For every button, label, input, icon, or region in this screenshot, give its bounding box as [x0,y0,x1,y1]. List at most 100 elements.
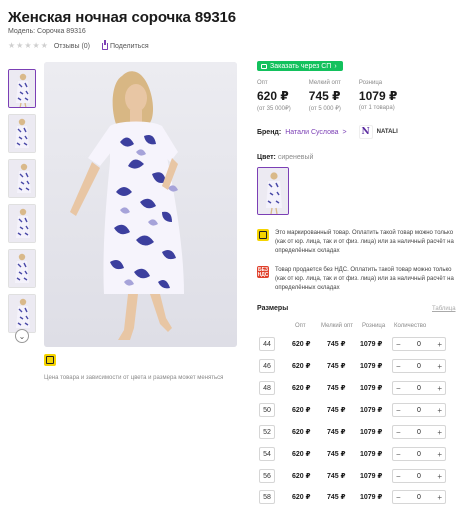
star-icon: ★ [24,41,32,50]
size-price-opt: 620 ₽ [292,385,311,392]
plus-button[interactable]: + [437,362,442,371]
size-label: 54 [259,447,275,461]
plus-button[interactable]: + [437,450,442,459]
size-row: 56 620 ₽ 745 ₽ 1079 ₽ − 0 + [257,469,461,485]
quantity-value[interactable]: 0 [417,429,421,436]
star-icon: ★ [40,41,48,50]
thumbnail[interactable] [8,204,36,243]
minus-button[interactable]: − [396,362,401,371]
plus-button[interactable]: + [437,428,442,437]
price-condition: (от 1 товара) [358,105,395,111]
order-button-label: Заказать через СП [270,62,332,70]
plus-button[interactable]: + [437,493,442,502]
star-icon: ★ [32,41,40,50]
plus-button[interactable]: + [437,406,442,415]
size-row: 54 620 ₽ 745 ₽ 1079 ₽ − 0 + [257,447,461,463]
plus-button[interactable]: + [437,384,442,393]
minus-button[interactable]: − [396,340,401,349]
size-price-opt: 620 ₽ [292,341,311,348]
brand-row: Бренд: Натали Суслова > N NATALI [257,125,398,139]
size-row: 46 620 ₽ 745 ₽ 1079 ₽ − 0 + [257,359,461,375]
order-via-sp-button[interactable]: Заказать через СП › [257,61,343,71]
marking-icon [257,229,269,241]
thumbnail[interactable] [8,159,36,198]
chevron-down-icon[interactable]: ⌄ [15,329,29,343]
reviews-link[interactable]: Отзывы (0) [54,43,90,50]
vat-notice: БЕЗ НДС Товар продается без НДС. Оплатит… [257,266,461,293]
rating-stars[interactable]: ★ ★ ★ ★ ★ [8,42,48,50]
quantity-stepper: − 0 + [392,359,446,373]
color-row: Цвет: сиреневый [257,154,313,161]
quantity-stepper: − 0 + [392,337,446,351]
quantity-stepper: − 0 + [392,447,446,461]
star-icon: ★ [8,41,16,50]
thumbnail[interactable] [8,249,36,288]
size-label: 58 [259,490,275,504]
brand-label: Бренд: [257,128,282,136]
minus-button[interactable]: − [396,406,401,415]
minus-button[interactable]: − [396,428,401,437]
rating-row: ★ ★ ★ ★ ★ Отзывы (0) Поделиться [8,39,149,50]
marking-notice-text: Это маркированный товар. Оплатить такой … [275,230,454,254]
thumbnail[interactable] [8,114,36,153]
brand-logo[interactable]: N [358,125,373,139]
minus-button[interactable]: − [396,384,401,393]
size-price-retail: 1079 ₽ [360,407,383,414]
size-row: 44 620 ₽ 745 ₽ 1079 ₽ − 0 + [257,337,461,353]
color-label: Цвет: [257,154,276,161]
color-swatch-selected[interactable] [257,167,289,215]
size-price-retail: 1079 ₽ [360,385,383,392]
thumbnail[interactable] [8,294,36,333]
main-product-photo[interactable] [44,62,237,347]
size-row: 52 620 ₽ 745 ₽ 1079 ₽ − 0 + [257,425,461,441]
share-button[interactable]: Поделиться [102,39,149,50]
brand-link[interactable]: Натали Суслова [285,129,338,136]
price-block: Опт 620 ₽ (от 35 000₽) Мелкий опт 745 ₽ … [257,80,397,112]
size-row: 58 620 ₽ 745 ₽ 1079 ₽ − 0 + [257,490,461,506]
thumbnail-list: ⌄ [8,69,38,343]
size-price-opt: 620 ₽ [292,473,311,480]
vat-notice-text: Товар продается без НДС. Оплатить такой … [275,267,454,291]
size-price-opt: 620 ₽ [292,451,311,458]
quantity-value[interactable]: 0 [417,385,421,392]
header-small-opt: Мелкий опт [321,323,354,329]
share-label: Поделиться [110,42,149,50]
size-price-opt: 620 ₽ [292,363,311,370]
price-opt: Опт 620 ₽ (от 35 000₽) [257,80,291,112]
quantity-value[interactable]: 0 [417,341,421,348]
size-price-small-opt: 745 ₽ [327,407,346,414]
size-label: 52 [259,425,275,439]
quantity-stepper: − 0 + [392,381,446,395]
price-condition: (от 35 000₽) [257,106,291,112]
quantity-value[interactable]: 0 [417,407,421,414]
product-title: Женская ночная сорочка 89316 [8,9,237,26]
price-label: Мелкий опт [308,80,341,86]
size-row: 50 620 ₽ 745 ₽ 1079 ₽ − 0 + [257,403,461,419]
plus-button[interactable]: + [437,340,442,349]
quantity-value[interactable]: 0 [417,363,421,370]
size-price-small-opt: 745 ₽ [327,494,346,501]
price-small-opt: Мелкий опт 745 ₽ (от 5 000 ₽) [309,80,341,112]
quantity-stepper: − 0 + [392,403,446,417]
plus-button[interactable]: + [437,472,442,481]
size-price-small-opt: 745 ₽ [327,363,346,370]
size-price-small-opt: 745 ₽ [327,385,346,392]
price-condition: (от 5 000 ₽) [308,106,341,112]
quantity-value[interactable]: 0 [417,494,421,501]
cart-icon [261,63,267,69]
size-table-link[interactable]: Таблица [432,306,456,312]
minus-button[interactable]: − [396,450,401,459]
size-price-opt: 620 ₽ [292,429,311,436]
price-label: Опт [257,80,268,86]
product-model: Модель: Сорочка 89316 [8,28,86,35]
quantity-value[interactable]: 0 [417,473,421,480]
star-icon: ★ [16,41,24,50]
thumbnail[interactable] [8,69,36,108]
quantity-value[interactable]: 0 [417,451,421,458]
color-value: сиреневый [277,154,314,161]
minus-button[interactable]: − [396,493,401,502]
minus-button[interactable]: − [396,472,401,481]
header-retail: Розница [362,323,386,329]
brand-logo-text: NATALI [376,129,398,135]
share-icon [102,39,109,50]
